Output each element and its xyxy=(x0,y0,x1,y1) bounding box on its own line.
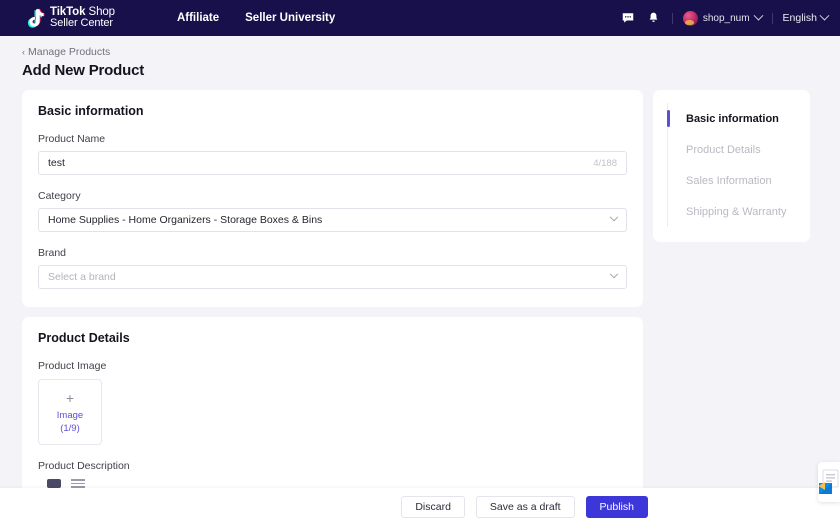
product-image-field: Product Image + Image (1/9) xyxy=(38,360,627,445)
product-image-label: Product Image xyxy=(38,360,107,372)
product-image-upload-count: (1/9) xyxy=(60,422,80,434)
product-name-field: Product Name test 4/188 xyxy=(38,133,627,175)
brand-placeholder: Select a brand xyxy=(48,271,116,283)
product-details-card: Product Details Product Image + Image (1… xyxy=(22,317,643,506)
chevron-down-icon xyxy=(609,212,619,222)
logo-wordmark: TikTok Shop Seller Center xyxy=(50,6,115,30)
logo-line-2: Seller Center xyxy=(50,17,113,30)
language-selector[interactable]: English xyxy=(782,10,830,24)
page-body: ‹ Manage Products Add New Product Basic … xyxy=(0,36,840,506)
product-description-field: Product Description xyxy=(38,460,627,488)
language-label: English xyxy=(782,12,817,24)
product-name-label: Product Name xyxy=(38,133,106,145)
sidebar-item-label: Product Details xyxy=(686,143,761,156)
discard-button[interactable]: Discard xyxy=(401,495,465,518)
message-icon[interactable] xyxy=(620,10,636,26)
sidebar-item-product-details[interactable]: Product Details xyxy=(653,134,810,165)
brand-label: Brand xyxy=(38,247,67,259)
bullet-list-icon[interactable] xyxy=(71,479,85,488)
nav-affiliate[interactable]: Affiliate xyxy=(177,12,219,24)
category-value: Home Supplies - Home Organizers - Storag… xyxy=(48,214,323,226)
page-title: Add New Product xyxy=(22,62,145,79)
category-label: Category xyxy=(38,190,81,202)
page-content: Basic information Product Name test 4/18… xyxy=(22,90,818,506)
product-name-value: test xyxy=(48,157,65,169)
product-name-counter: 4/188 xyxy=(593,157,617,169)
publish-button[interactable]: Publish xyxy=(585,495,648,518)
category-field: Category Home Supplies - Home Organizers… xyxy=(38,190,627,232)
sidebar-item-sales-information[interactable]: Sales Information xyxy=(653,165,810,196)
sidebar-item-label: Basic information xyxy=(686,112,779,125)
account-name: shop_num xyxy=(702,12,750,24)
text-style-icon[interactable] xyxy=(47,479,61,488)
breadcrumb-label: Manage Products xyxy=(28,46,111,58)
basic-information-title: Basic information xyxy=(38,104,144,118)
header-divider-1 xyxy=(671,12,673,24)
product-image-upload-button[interactable]: + Image (1/9) xyxy=(38,379,102,445)
product-description-label: Product Description xyxy=(38,460,130,472)
description-rich-text-toolbar xyxy=(38,479,627,488)
category-select[interactable]: Home Supplies - Home Organizers - Storag… xyxy=(38,208,627,232)
chevron-down-icon xyxy=(753,10,763,21)
anchor-sidebar: Basic information Product Details Sales … xyxy=(653,90,810,242)
basic-information-card: Basic information Product Name test 4/18… xyxy=(22,90,643,307)
document-icon xyxy=(818,469,839,494)
product-details-title: Product Details xyxy=(38,331,130,345)
help-document-widget[interactable] xyxy=(818,462,840,502)
nav-seller-university[interactable]: Seller University xyxy=(245,12,335,24)
bottom-action-bar: Discard Save as a draft Publish xyxy=(0,488,840,525)
bell-icon[interactable] xyxy=(646,10,662,26)
top-header: TikTok Shop Seller Center Affiliate Sell… xyxy=(0,0,840,36)
save-as-draft-button[interactable]: Save as a draft xyxy=(475,495,575,518)
sidebar-item-shipping-warranty[interactable]: Shipping & Warranty xyxy=(653,196,810,227)
tiktok-note-icon xyxy=(26,8,45,29)
anchor-nav-card: Basic information Product Details Sales … xyxy=(653,90,810,242)
brand-select[interactable]: Select a brand xyxy=(38,265,627,289)
header-nav: Affiliate Seller University xyxy=(177,12,335,24)
brand-field: Brand Select a brand xyxy=(38,247,627,289)
tiktok-shop-seller-center-logo[interactable]: TikTok Shop Seller Center xyxy=(26,6,115,30)
main-column: Basic information Product Name test 4/18… xyxy=(22,90,643,506)
chevron-down-icon xyxy=(819,10,830,21)
product-name-input[interactable]: test 4/188 xyxy=(38,151,627,175)
plus-icon: + xyxy=(65,389,75,406)
account-menu[interactable]: shop_num xyxy=(682,10,763,26)
header-divider-2 xyxy=(771,12,773,24)
chevron-down-icon xyxy=(609,269,619,279)
avatar xyxy=(682,10,698,26)
chevron-left-icon: ‹ xyxy=(22,46,25,57)
header-right-cluster: shop_num English xyxy=(620,10,830,26)
sidebar-item-label: Shipping & Warranty xyxy=(686,205,787,218)
product-image-upload-label: Image xyxy=(56,409,84,421)
sidebar-item-basic-information[interactable]: Basic information xyxy=(653,103,810,134)
sidebar-item-label: Sales Information xyxy=(686,174,772,187)
breadcrumb[interactable]: ‹ Manage Products xyxy=(22,46,818,58)
